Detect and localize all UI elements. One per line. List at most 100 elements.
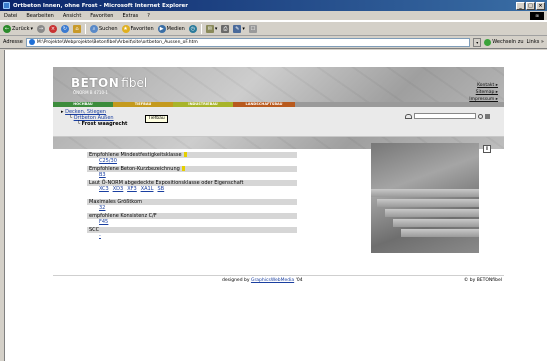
property-value-link[interactable]: XC3 bbox=[99, 186, 109, 193]
print-icon: ⎙ bbox=[221, 24, 230, 33]
ie-icon bbox=[3, 2, 10, 9]
edit-icon: ✎ bbox=[233, 24, 242, 33]
menu-favoriten[interactable]: Favoriten bbox=[90, 13, 113, 19]
brand-bold: BETON bbox=[71, 76, 120, 90]
info-marker-icon[interactable] bbox=[181, 166, 185, 171]
windows-logo-icon: ⊞ bbox=[530, 11, 544, 20]
property-value-link[interactable]: - bbox=[99, 233, 101, 240]
media-icon: ▶ bbox=[157, 24, 166, 33]
address-label: Adresse bbox=[3, 39, 23, 45]
designer-link[interactable]: GraphicsWebMedia bbox=[251, 278, 294, 283]
mail-icon: ✉ bbox=[205, 24, 214, 33]
property-values: 32 bbox=[87, 205, 297, 212]
lock-icon bbox=[405, 113, 412, 119]
breadcrumb-bar: ▸ Decken, Stiegen └ Ortbeton Außen └ Fro… bbox=[53, 107, 504, 137]
back-label: Zurück bbox=[12, 25, 30, 32]
browser-window: Ortbeton Innen, ohne Frost - Microsoft I… bbox=[0, 0, 547, 361]
search-icon: ⌕ bbox=[89, 24, 98, 33]
media-label: Medien bbox=[166, 25, 185, 32]
toolbar-separator bbox=[200, 23, 202, 34]
back-arrow-icon: ← bbox=[3, 24, 11, 33]
info-marker-icon[interactable] bbox=[183, 152, 187, 157]
forward-button[interactable]: → bbox=[36, 24, 45, 33]
search-label: Suchen bbox=[98, 25, 118, 32]
page-viewport: BETON fibel ÖNORM B 4710-1 Kontakt ▸ Sit… bbox=[4, 50, 547, 361]
stair-step bbox=[371, 189, 479, 197]
stop-button[interactable]: × bbox=[48, 24, 57, 33]
brand-light: fibel bbox=[121, 76, 148, 90]
property-values: B3 bbox=[87, 172, 297, 179]
address-bar: Adresse M:\Projekte\Webprojekte\Betonfib… bbox=[0, 36, 547, 49]
media-button[interactable]: ▶ Medien bbox=[157, 24, 185, 33]
back-button[interactable]: ← Zurück ▾ bbox=[3, 24, 33, 33]
menu-help[interactable]: ? bbox=[147, 13, 150, 19]
home-icon: ⌂ bbox=[72, 24, 81, 33]
designed-prefix: designed by bbox=[222, 278, 250, 283]
info-icon[interactable]: i bbox=[483, 145, 491, 153]
copyright: © by BETONfibel bbox=[463, 278, 502, 283]
property-value-link[interactable]: XA1L bbox=[141, 186, 154, 193]
refresh-icon: ↻ bbox=[60, 24, 69, 33]
property-value-link[interactable]: SB bbox=[158, 186, 165, 193]
history-button[interactable]: ◷ bbox=[188, 24, 197, 33]
favorites-button[interactable]: ★ Favoriten bbox=[121, 24, 154, 33]
stair-step bbox=[377, 199, 479, 207]
concrete-stairs-photo bbox=[371, 143, 479, 253]
stair-step bbox=[393, 219, 479, 227]
chevron-down-icon: ▾ bbox=[242, 25, 245, 32]
minimize-button[interactable]: _ bbox=[516, 1, 525, 10]
link-kontakt[interactable]: Kontakt ▸ bbox=[469, 82, 498, 89]
tooltip: Tiefbau bbox=[145, 115, 168, 123]
tree-branch-icon: └ bbox=[69, 115, 73, 121]
menu-bearbeiten[interactable]: Bearbeiten bbox=[26, 13, 53, 19]
address-dropdown-button[interactable]: ▾ bbox=[473, 37, 482, 47]
menu-bar: Datei Bearbeiten Ansicht Favoriten Extra… bbox=[0, 11, 547, 21]
property-value-link[interactable]: XD3 bbox=[113, 186, 123, 193]
property-values: XC3 XD3 XF3 XA1L SB bbox=[87, 186, 297, 193]
go-button[interactable]: Wechseln zu bbox=[484, 38, 524, 46]
window-controls: _ □ × bbox=[516, 1, 547, 10]
breadcrumb-current: Frost waagrecht bbox=[81, 121, 128, 127]
address-input[interactable]: M:\Projekte\Webprojekte\Betonfibel\Arbei… bbox=[25, 37, 471, 47]
link-sitemap[interactable]: Sitemap ▸ bbox=[469, 89, 498, 96]
search-icon[interactable] bbox=[478, 113, 483, 119]
menu-ansicht[interactable]: Ansicht bbox=[63, 13, 81, 19]
chevron-down-icon: ▾ bbox=[30, 25, 33, 32]
property-value-link[interactable]: C25/30 bbox=[99, 158, 117, 165]
site-search-input[interactable] bbox=[414, 113, 476, 119]
stair-step bbox=[385, 209, 479, 217]
breadcrumb: ▸ Decken, Stiegen └ Ortbeton Außen └ Fro… bbox=[61, 109, 127, 127]
links-button[interactable]: Links » bbox=[527, 39, 545, 45]
designer-credit: designed by GraphicsWebMedia '04 bbox=[222, 278, 303, 283]
refresh-button[interactable]: ↻ bbox=[60, 24, 69, 33]
designed-year: '04 bbox=[295, 278, 303, 283]
favorites-label: Favoriten bbox=[130, 25, 154, 32]
property-values: F45 bbox=[87, 219, 297, 226]
property-value-link[interactable]: 32 bbox=[99, 205, 105, 212]
tree-branch-icon: └ bbox=[77, 121, 81, 127]
print-icon[interactable] bbox=[485, 113, 490, 119]
property-label-text: SCC bbox=[89, 227, 100, 233]
mail-button[interactable]: ✉ ▾ bbox=[205, 24, 218, 33]
arrow-icon: ▸ bbox=[61, 109, 64, 115]
property-value-link[interactable]: B3 bbox=[99, 172, 106, 179]
print-button[interactable]: ⎙ bbox=[221, 24, 230, 33]
maximize-button[interactable]: □ bbox=[526, 1, 535, 10]
property-value-link[interactable]: XF3 bbox=[127, 186, 136, 193]
stop-icon: × bbox=[48, 24, 57, 33]
property-value-link[interactable]: F45 bbox=[99, 219, 108, 226]
stair-step bbox=[401, 229, 479, 237]
site-logo[interactable]: BETON fibel bbox=[71, 76, 147, 90]
go-label: Wechseln zu bbox=[492, 39, 524, 45]
menu-extras[interactable]: Extras bbox=[122, 13, 138, 19]
site-search bbox=[405, 113, 490, 119]
search-button[interactable]: ⌕ Suchen bbox=[89, 24, 118, 33]
close-button[interactable]: × bbox=[536, 1, 545, 10]
menu-datei[interactable]: Datei bbox=[4, 13, 17, 19]
discuss-button[interactable]: ☐ bbox=[248, 24, 257, 33]
toolbar-separator bbox=[84, 23, 86, 34]
home-button[interactable]: ⌂ bbox=[72, 24, 81, 33]
edit-button[interactable]: ✎ ▾ bbox=[233, 24, 245, 33]
chevron-down-icon: ▾ bbox=[214, 25, 218, 32]
